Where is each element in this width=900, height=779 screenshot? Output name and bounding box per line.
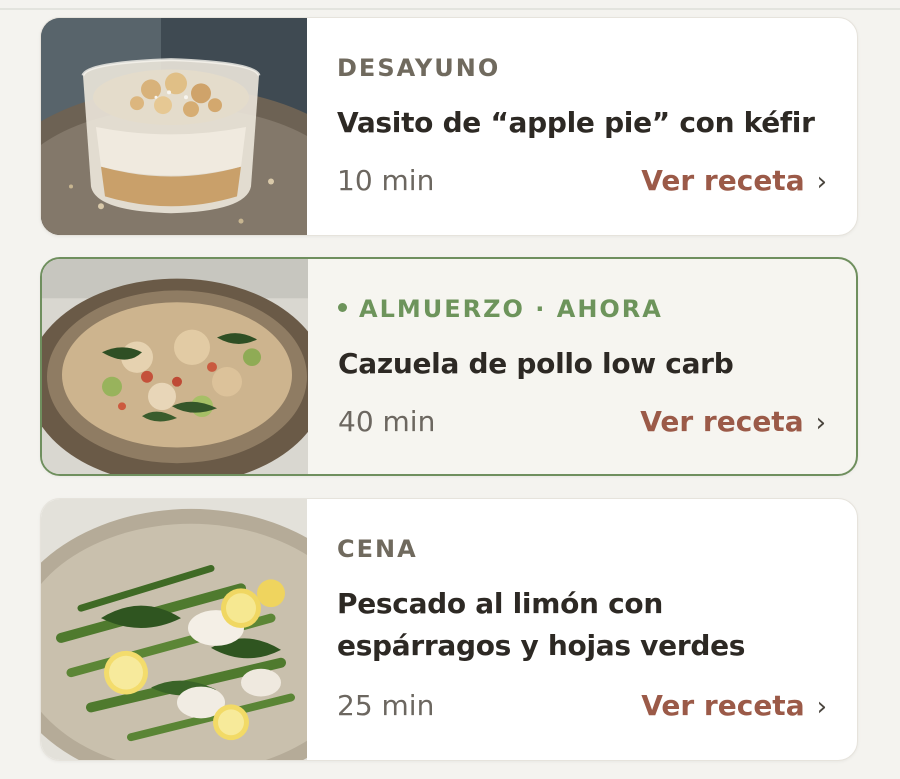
meal-photo (42, 259, 308, 474)
prep-time: 10 min (337, 164, 435, 197)
view-recipe-link[interactable]: Ver receta › (641, 164, 827, 197)
meal-type-label: DESAYUNO (337, 54, 501, 82)
meal-card-body: CENA Pescado al limón con espárragos y h… (337, 499, 827, 760)
recipe-title: Vasito de “apple pie” con kéfir (337, 106, 815, 139)
prep-time: 40 min (338, 405, 436, 438)
view-recipe-label: Ver receta (640, 405, 804, 438)
chevron-right-icon: › (815, 408, 826, 438)
chevron-right-icon: › (816, 692, 827, 722)
meal-card-lunch[interactable]: ALMUERZO · AHORA Cazuela de pollo low ca… (40, 257, 858, 476)
meal-card-breakfast[interactable]: DESAYUNO Vasito de “apple pie” con kéfir… (40, 17, 858, 236)
meal-card-body: ALMUERZO · AHORA Cazuela de pollo low ca… (338, 259, 826, 474)
meal-type-label: CENA (337, 535, 418, 563)
meal-card-dinner[interactable]: CENA Pescado al limón con espárragos y h… (40, 498, 858, 761)
view-recipe-link[interactable]: Ver receta › (641, 689, 827, 722)
recipe-title: Cazuela de pollo low carb (338, 347, 734, 380)
view-recipe-link[interactable]: Ver receta › (640, 405, 826, 438)
top-divider (0, 8, 900, 10)
meal-type-label: ALMUERZO · AHORA (338, 295, 663, 323)
meal-card-body: DESAYUNO Vasito de “apple pie” con kéfir… (337, 18, 827, 235)
chevron-right-icon: › (816, 167, 827, 197)
meal-photo (41, 499, 307, 760)
status-dot-icon (338, 302, 347, 312)
view-recipe-label: Ver receta (641, 689, 805, 722)
view-recipe-label: Ver receta (641, 164, 805, 197)
prep-time: 25 min (337, 689, 435, 722)
meal-photo (41, 18, 307, 235)
meal-type-text: ALMUERZO · AHORA (359, 295, 663, 323)
recipe-title: Pescado al limón con espárragos y hojas … (337, 587, 746, 662)
